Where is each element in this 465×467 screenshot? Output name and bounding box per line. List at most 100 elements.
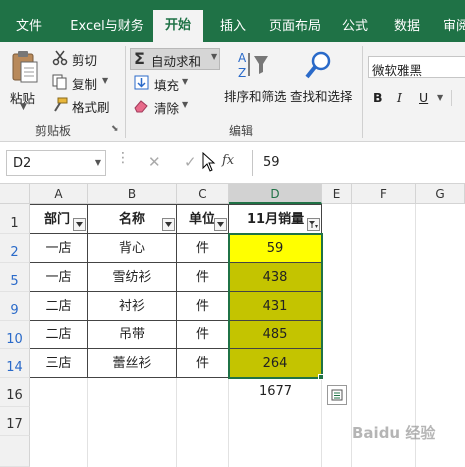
column-header-e[interactable]: E (322, 184, 352, 204)
italic-button[interactable]: I (397, 90, 402, 105)
bold-button[interactable]: B (373, 90, 383, 105)
table-cell-dept[interactable]: 一店 (30, 234, 88, 263)
tab-file[interactable]: 文件 (6, 12, 52, 42)
tab-review[interactable]: 审阅 (436, 12, 465, 42)
fill-down-icon (134, 75, 149, 90)
ribbon-tab-bar: 文件 Excel与财务 开始 插入 页面布局 公式 数据 审阅 (0, 0, 465, 42)
copy-label: 复制 (72, 77, 98, 92)
table-cell-name[interactable]: 蕾丝衫 (88, 349, 177, 378)
table-cell-dept[interactable]: 一店 (30, 263, 88, 292)
formula-bar: D2 ▼ ⋮ ✕ ✓ fx 59 (0, 142, 465, 184)
table-cell-unit[interactable]: 件 (177, 263, 229, 292)
clipboard-launcher-icon[interactable]: ⬊ (111, 124, 119, 134)
column-header-b[interactable]: B (88, 184, 177, 204)
magnifier-icon (305, 51, 331, 79)
table-cell-unit[interactable]: 件 (177, 234, 229, 263)
fill-handle[interactable] (318, 374, 324, 380)
table-cell-dept[interactable]: 二店 (30, 321, 88, 349)
fill-button[interactable]: 填充 ▼ (134, 73, 204, 93)
format-painter-button[interactable]: 格式刷 (52, 95, 122, 115)
tab-home[interactable]: 开始 (153, 10, 203, 42)
row-header[interactable]: 2 (0, 234, 30, 263)
row-header[interactable]: 17 (0, 407, 30, 436)
filter-dropdown-dept[interactable] (73, 218, 86, 231)
table-cell-name[interactable]: 吊带 (88, 321, 177, 349)
column-header-g[interactable]: G (416, 184, 465, 204)
table-cell-sales[interactable]: 59 (229, 234, 322, 263)
sort-filter-button[interactable]: A Z 排序和筛选 (222, 48, 287, 116)
watermark-text: Baidu 经验 (352, 424, 436, 442)
cut-label: 剪切 (72, 53, 98, 68)
name-box-dropdown-icon[interactable]: ▼ (95, 158, 101, 167)
fill-dropdown-icon[interactable]: ▼ (182, 77, 188, 86)
row-header[interactable] (0, 436, 30, 467)
filter-dropdown-name[interactable] (162, 218, 175, 231)
autosum-dropdown-icon[interactable]: ▼ (211, 52, 217, 61)
clear-label: 清除 (154, 101, 180, 116)
table-cell-dept[interactable]: 二店 (30, 292, 88, 321)
table-cell-name[interactable]: 雪纺衫 (88, 263, 177, 292)
row-header[interactable]: 10 (0, 321, 30, 349)
row-header[interactable]: 9 (0, 292, 30, 321)
group-separator (362, 46, 363, 138)
table-cell-unit[interactable]: 件 (177, 292, 229, 321)
select-all-corner[interactable] (0, 184, 30, 204)
row-header[interactable]: 5 (0, 263, 30, 292)
total-cell[interactable]: 1677 (229, 384, 322, 399)
column-header-a[interactable]: A (30, 184, 88, 204)
sort-filter-label: 排序和筛选 (224, 89, 287, 104)
filter-dropdown-sales-active[interactable] (307, 218, 320, 231)
quick-analysis-button[interactable] (327, 385, 347, 405)
header-name-label: 名称 (118, 212, 145, 227)
header-sales-label: 11月销量 (247, 212, 305, 227)
table-cell-name[interactable]: 背心 (88, 234, 177, 263)
table-cell-sales[interactable]: 431 (229, 292, 322, 321)
group-separator (125, 46, 126, 138)
name-box[interactable]: D2 ▼ (6, 150, 106, 176)
formula-bar-grip-icon: ⋮ (116, 150, 130, 166)
copy-dropdown-icon[interactable]: ▼ (102, 76, 108, 85)
confirm-icon[interactable]: ✓ (184, 153, 197, 171)
tab-page-layout[interactable]: 页面布局 (262, 12, 328, 42)
row-header[interactable]: 1 (0, 204, 30, 234)
row-header[interactable]: 14 (0, 349, 30, 378)
cancel-icon[interactable]: ✕ (148, 153, 161, 171)
tab-excel-finance[interactable]: Excel与财务 (62, 12, 152, 42)
underline-dropdown-icon[interactable]: ▼ (437, 93, 443, 102)
table-cell-unit[interactable]: 件 (177, 321, 229, 349)
underline-button[interactable]: U (419, 90, 428, 105)
paste-button[interactable]: 粘贴 ▼ (6, 48, 46, 116)
quick-analysis-icon (331, 389, 343, 401)
svg-text:A: A (238, 51, 247, 65)
table-cell-dept[interactable]: 三店 (30, 349, 88, 378)
font-name-box[interactable]: 微软雅黑 (368, 56, 465, 78)
sort-filter-icon: A Z (238, 51, 268, 80)
tab-data[interactable]: 数据 (384, 12, 430, 42)
table-cell-unit[interactable]: 件 (177, 349, 229, 378)
table-cell-sales[interactable]: 438 (229, 263, 322, 292)
column-header-c[interactable]: C (177, 184, 229, 204)
copy-button[interactable]: 复制 ▼ (52, 72, 122, 92)
row-header[interactable]: 16 (0, 378, 30, 407)
filter-arrow-icon (217, 222, 224, 227)
formula-input[interactable]: 59 (252, 150, 465, 176)
insert-function-icon[interactable]: fx (222, 153, 234, 168)
find-select-button[interactable]: 查找和选择 (288, 48, 353, 116)
filter-dropdown-unit[interactable] (214, 218, 227, 231)
gridline (176, 376, 177, 467)
column-header-f[interactable]: F (352, 184, 416, 204)
column-header-d[interactable]: D (229, 184, 322, 204)
tab-insert[interactable]: 插入 (208, 12, 258, 42)
cut-button[interactable]: 剪切 (52, 48, 112, 68)
table-cell-name[interactable]: 衬衫 (88, 292, 177, 321)
paste-dropdown-icon[interactable]: ▼ (20, 102, 27, 112)
clear-button[interactable]: 清除 ▼ (134, 96, 204, 116)
tab-formulas[interactable]: 公式 (332, 12, 378, 42)
paintbrush-icon (54, 97, 68, 112)
sigma-icon: Σ (134, 49, 145, 68)
table-cell-sales[interactable]: 264 (229, 349, 322, 378)
font-separator (451, 90, 452, 106)
autosum-button[interactable]: Σ 自动求和 (130, 48, 220, 70)
table-cell-sales[interactable]: 485 (229, 321, 322, 349)
clear-dropdown-icon[interactable]: ▼ (182, 100, 188, 109)
